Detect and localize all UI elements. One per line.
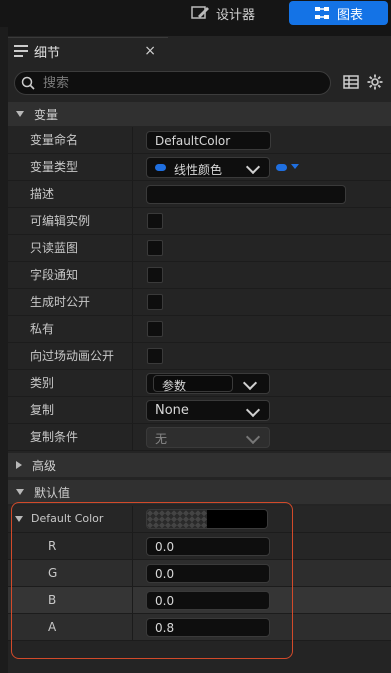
tab-designer[interactable]: 设计器 xyxy=(190,2,280,24)
container-dropdown-arrow-icon[interactable] xyxy=(291,164,299,169)
graph-icon xyxy=(314,7,329,19)
instance-editable-checkbox[interactable] xyxy=(147,213,163,229)
variable-type-dropdown[interactable]: 线性颜色 xyxy=(146,157,270,178)
category-label: 类别 xyxy=(30,376,55,390)
replication-condition-label: 复制条件 xyxy=(30,430,79,444)
designer-icon xyxy=(191,6,209,19)
read-only-checkbox[interactable] xyxy=(147,240,163,256)
section-advanced[interactable]: 高级 xyxy=(8,453,391,477)
tab-graph[interactable]: 图表 xyxy=(289,1,388,25)
section-variables-label: 变量 xyxy=(34,107,59,122)
replication-label: 复制 xyxy=(30,403,55,417)
pin-type-icon xyxy=(155,164,166,171)
category-combobox[interactable]: 参数 xyxy=(146,373,270,394)
private-label: 私有 xyxy=(30,322,55,336)
search-input[interactable] xyxy=(41,74,315,92)
section-variables[interactable]: 变量 xyxy=(8,102,391,126)
collapse-arrow-icon xyxy=(16,111,24,117)
table-view-icon[interactable] xyxy=(342,73,360,91)
section-advanced-label: 高级 xyxy=(32,458,57,473)
row-expose-on-spawn: 生成时公开 xyxy=(8,289,391,316)
read-only-label: 只读蓝图 xyxy=(30,241,79,255)
replication-condition-value: 无 xyxy=(155,432,168,446)
row-variable-name: 变量命名 DefaultColor xyxy=(8,127,391,154)
search-box[interactable] xyxy=(14,71,331,95)
chevron-down-icon xyxy=(242,375,258,391)
chevron-down-icon xyxy=(245,402,261,418)
field-notify-label: 字段通知 xyxy=(30,268,79,282)
category-input[interactable]: 参数 xyxy=(153,375,233,393)
field-notify-checkbox[interactable] xyxy=(147,267,163,283)
row-instance-editable: 可编辑实例 xyxy=(8,208,391,235)
row-private: 私有 xyxy=(8,316,391,343)
left-edge xyxy=(0,27,8,673)
expand-arrow-icon xyxy=(16,461,22,469)
details-title: 细节 xyxy=(34,45,61,61)
instance-editable-label: 可编辑实例 xyxy=(30,214,91,228)
expose-cinematics-label: 向过场动画公开 xyxy=(30,349,115,363)
tab-graph-label: 图表 xyxy=(336,7,363,23)
section-default-value-label: 默认值 xyxy=(34,485,71,500)
row-replication-condition: 复制条件 无 xyxy=(8,424,391,451)
replication-dropdown[interactable]: None xyxy=(146,400,270,421)
replication-value: None xyxy=(155,403,189,418)
close-icon[interactable]: × xyxy=(144,43,156,59)
row-read-only: 只读蓝图 xyxy=(8,235,391,262)
top-bar: 设计器 图表 xyxy=(0,0,391,27)
category-value: 参数 xyxy=(162,379,187,393)
description-label: 描述 xyxy=(30,187,55,201)
variable-type-label: 变量类型 xyxy=(30,160,79,174)
collapse-arrow-icon xyxy=(16,489,24,495)
row-category: 类别 参数 xyxy=(8,370,391,397)
details-tab[interactable]: 细节 × xyxy=(8,37,168,64)
variable-name-input[interactable]: DefaultColor xyxy=(146,131,271,150)
expose-on-spawn-checkbox[interactable] xyxy=(147,294,163,310)
row-expose-cinematics: 向过场动画公开 xyxy=(8,343,391,370)
private-checkbox[interactable] xyxy=(147,321,163,337)
search-icon xyxy=(21,76,35,90)
highlight-annotation xyxy=(11,502,293,659)
tab-designer-label: 设计器 xyxy=(216,7,256,23)
variable-type-value: 线性颜色 xyxy=(174,163,223,177)
row-replication: 复制 None xyxy=(8,397,391,424)
variable-name-label: 变量命名 xyxy=(30,133,79,147)
chevron-down-icon xyxy=(245,159,261,175)
expose-cinematics-checkbox[interactable] xyxy=(147,348,163,364)
section-default-value[interactable]: 默认值 xyxy=(8,480,391,504)
row-variable-type: 变量类型 线性颜色 xyxy=(8,154,391,181)
description-input[interactable] xyxy=(146,185,346,204)
row-field-notify: 字段通知 xyxy=(8,262,391,289)
settings-icon[interactable] xyxy=(366,73,384,91)
expose-on-spawn-label: 生成时公开 xyxy=(30,295,91,309)
variable-name-value: DefaultColor xyxy=(155,134,231,148)
replication-condition-dropdown: 无 xyxy=(146,427,270,448)
container-type-icon[interactable] xyxy=(276,164,287,171)
details-icon xyxy=(14,45,28,57)
chevron-down-icon xyxy=(245,429,261,445)
row-description: 描述 xyxy=(8,181,391,208)
